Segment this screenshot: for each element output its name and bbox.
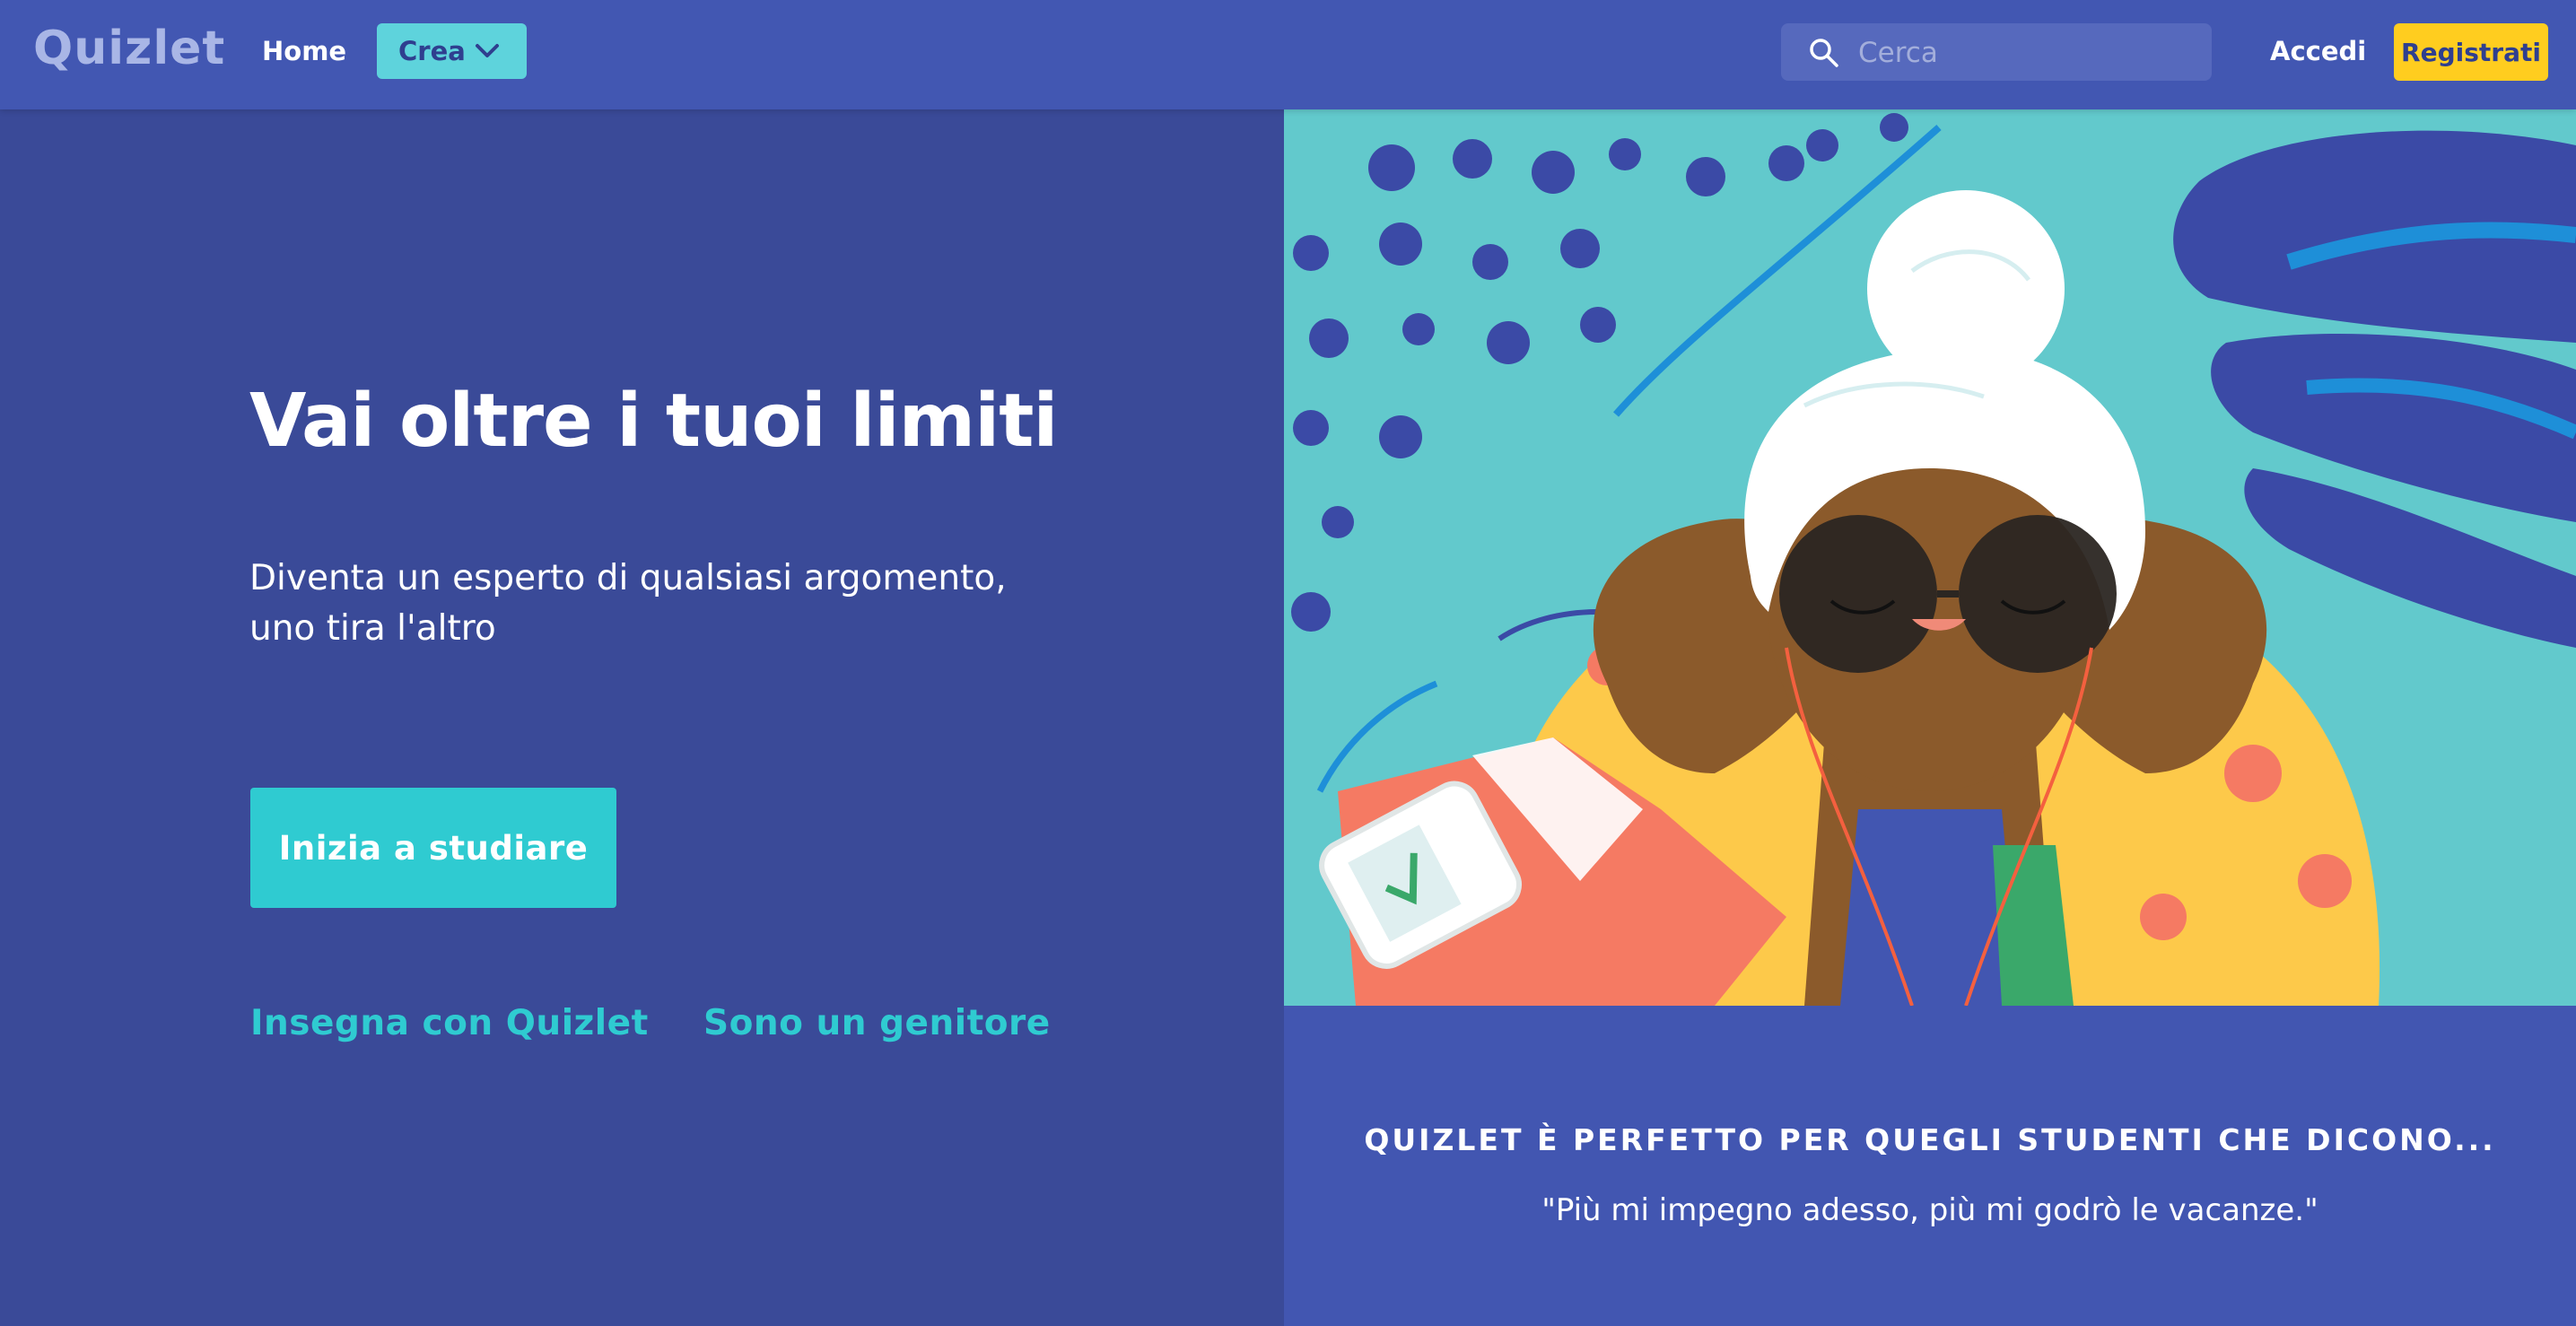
hero-subheadline-line2: uno tira l'altro (249, 608, 496, 649)
quote-text: "Più mi impegno adesso, più mi godrò le … (1541, 1192, 2318, 1228)
start-studying-button[interactable]: Inizia a studiare (250, 788, 616, 908)
quizlet-logo[interactable]: Quizlet (33, 22, 225, 75)
hero-subheadline: Diventa un esperto di qualsiasi argoment… (249, 554, 1012, 654)
parent-link[interactable]: Sono un genitore (703, 1003, 1051, 1043)
quote-title: QUIZLET È PERFETTO PER QUEGLI STUDENTI C… (1364, 1122, 2496, 1157)
login-link[interactable]: Accedi (2270, 36, 2366, 66)
create-dropdown-button[interactable]: Crea (377, 23, 527, 79)
woman-relaxing-illustration (1284, 109, 2576, 1006)
signup-button[interactable]: Registrati (2394, 23, 2548, 81)
top-navbar: Quizlet Home Crea Accedi Registrati (0, 0, 2576, 109)
create-button-label: Crea (398, 36, 466, 66)
search-input[interactable] (1856, 31, 2192, 75)
chevron-down-icon (476, 44, 499, 57)
hero-headline: Vai oltre i tuoi limiti (249, 379, 1059, 464)
search-box[interactable] (1781, 23, 2212, 81)
nav-home-link[interactable]: Home (262, 36, 346, 66)
hero-subheadline-line1: Diventa un esperto di qualsiasi argoment… (249, 558, 1007, 598)
hero-illustration (1284, 109, 2576, 1006)
search-icon (1810, 39, 1838, 67)
teach-with-quizlet-link[interactable]: Insegna con Quizlet (250, 1003, 649, 1043)
quote-section: QUIZLET È PERFETTO PER QUEGLI STUDENTI C… (1284, 1006, 2576, 1326)
hero-section: Vai oltre i tuoi limiti Diventa un esper… (0, 109, 1284, 1326)
